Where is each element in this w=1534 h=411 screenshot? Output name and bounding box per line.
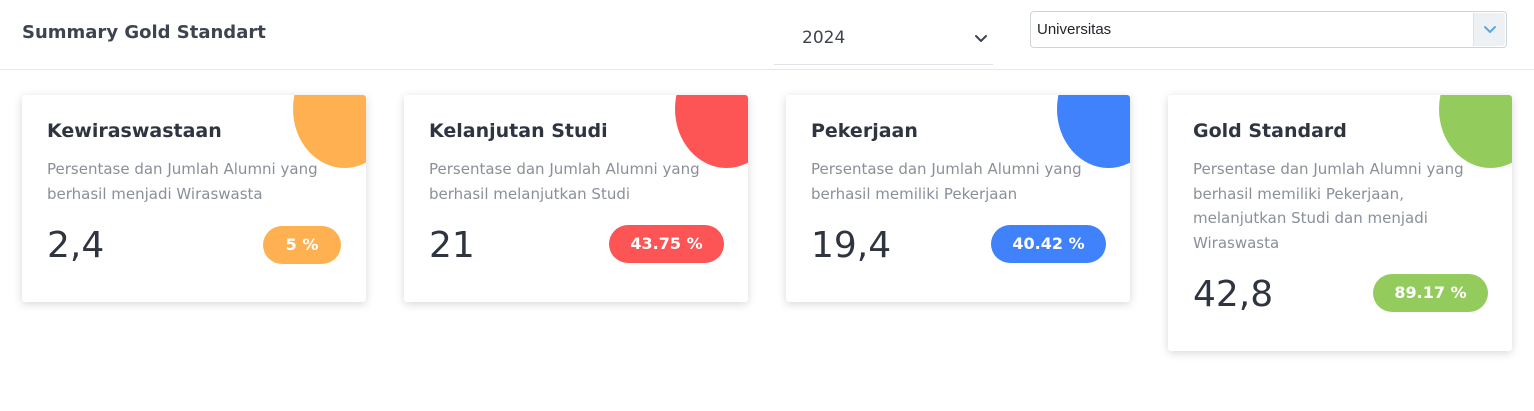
card-gold-standard: Gold Standard Persentase dan Jumlah Alum… [1168, 95, 1512, 351]
percentage-badge: 43.75 % [609, 225, 724, 263]
chevron-down-icon [975, 35, 987, 42]
year-select-value: 2024 [802, 28, 846, 48]
unit-select-value: Universitas [1037, 21, 1112, 38]
percentage-badge: 89.17 % [1373, 274, 1488, 312]
briefcase-icon [346, 95, 366, 96]
unit-select[interactable]: Universitas [1030, 11, 1507, 48]
coins-icon [1492, 95, 1512, 96]
page-header: Summary Gold Standart 2024 Universitas [0, 0, 1534, 70]
year-select[interactable]: 2024 [774, 18, 993, 65]
card-title: Kewiraswastaan [47, 120, 222, 142]
card-value: 21 [429, 225, 475, 266]
card-kewiraswastaan: Kewiraswastaan Persentase dan Jumlah Alu… [22, 95, 366, 302]
page-title: Summary Gold Standart [22, 22, 266, 43]
card-title: Gold Standard [1193, 120, 1347, 142]
chevron-down-icon [1484, 26, 1496, 33]
card-title: Pekerjaan [811, 120, 918, 142]
unit-select-toggle[interactable] [1473, 13, 1505, 46]
percentage-badge: 5 % [263, 226, 341, 264]
card-title: Kelanjutan Studi [429, 120, 608, 142]
percentage-badge: 40.42 % [991, 225, 1106, 263]
card-kelanjutan-studi: Kelanjutan Studi Persentase dan Jumlah A… [404, 95, 748, 302]
graduation-cap-icon [728, 95, 748, 96]
card-description: Persentase dan Jumlah Alumni yang berhas… [47, 160, 318, 203]
card-pekerjaan: Pekerjaan Persentase dan Jumlah Alumni y… [786, 95, 1130, 302]
card-description: Persentase dan Jumlah Alumni yang berhas… [1193, 160, 1464, 252]
card-value: 42,8 [1193, 274, 1274, 315]
card-value: 19,4 [811, 225, 892, 266]
card-description: Persentase dan Jumlah Alumni yang berhas… [811, 160, 1082, 203]
card-description: Persentase dan Jumlah Alumni yang berhas… [429, 160, 700, 203]
card-value: 2,4 [47, 225, 105, 266]
money-bill-icon [1110, 95, 1130, 96]
